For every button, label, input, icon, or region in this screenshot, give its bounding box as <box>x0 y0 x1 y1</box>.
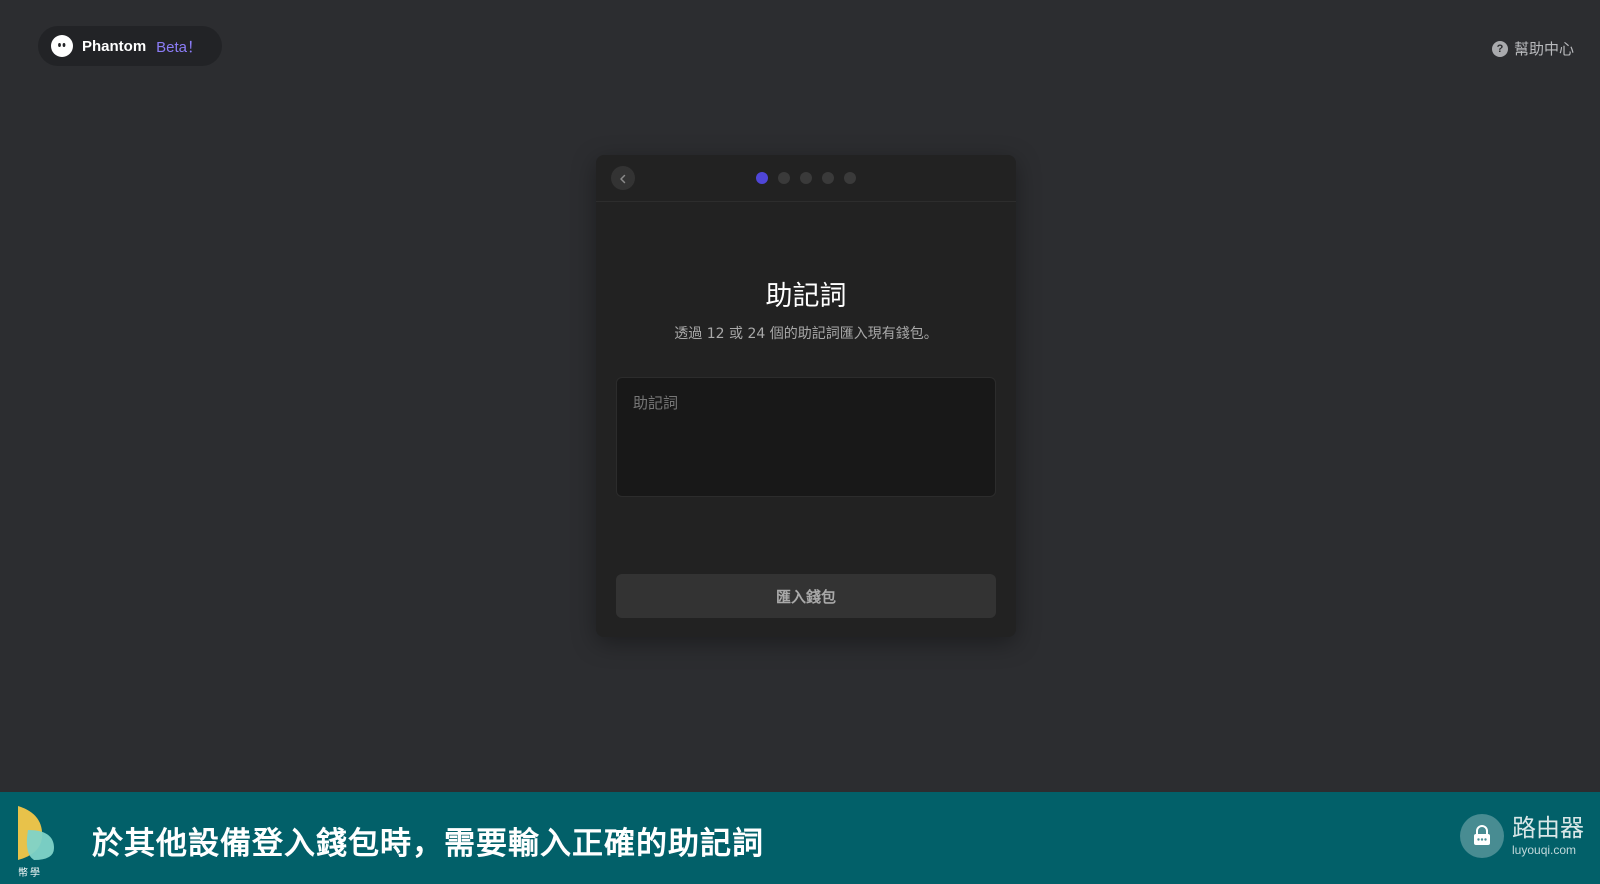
step-dot-4 <box>822 172 834 184</box>
brand-pill[interactable]: Phantom Beta！ <box>38 26 223 66</box>
router-lock-icon <box>1460 814 1504 858</box>
question-circle-icon: ? <box>1491 40 1508 57</box>
step-indicator <box>756 172 856 184</box>
back-button[interactable] <box>611 166 635 190</box>
card-header <box>596 155 1016 202</box>
watermark: 路由器 luyouqi.com <box>1460 814 1584 858</box>
import-wallet-button[interactable]: 匯入錢包 <box>616 574 996 618</box>
app-name: Phantom <box>82 37 147 55</box>
chevron-left-icon <box>618 169 628 188</box>
caption-banner: 幣學 於其他設備登入錢包時，需要輸入正確的助記詞 路由器 luyouqi.com <box>0 792 1600 884</box>
mnemonic-input[interactable] <box>616 377 996 497</box>
page: Phantom Beta！ ? 幫助中心 助記詞 透過 12 或 24 個的助記… <box>0 0 1600 884</box>
beta-label: Beta！ <box>156 38 203 56</box>
help-center-label: 幫助中心 <box>1513 40 1574 58</box>
page-title: 助記詞 <box>765 281 847 312</box>
help-center-link[interactable]: ? 幫助中心 <box>1491 38 1574 59</box>
watermark-en: luyouqi.com <box>1512 843 1577 857</box>
step-dot-1 <box>756 172 768 184</box>
import-wallet-card: 助記詞 透過 12 或 24 個的助記詞匯入現有錢包。 匯入錢包 <box>596 155 1016 637</box>
step-dot-3 <box>800 172 812 184</box>
page-subtitle: 透過 12 或 24 個的助記詞匯入現有錢包。 <box>674 326 938 342</box>
step-dot-2 <box>778 172 790 184</box>
step-dot-5 <box>844 172 856 184</box>
logo-text: 幣學 <box>18 868 42 879</box>
caption-text: 於其他設備登入錢包時，需要輸入正確的助記詞 <box>92 826 764 862</box>
watermark-cn: 路由器 <box>1512 814 1584 842</box>
phantom-ghost-icon <box>50 34 74 58</box>
